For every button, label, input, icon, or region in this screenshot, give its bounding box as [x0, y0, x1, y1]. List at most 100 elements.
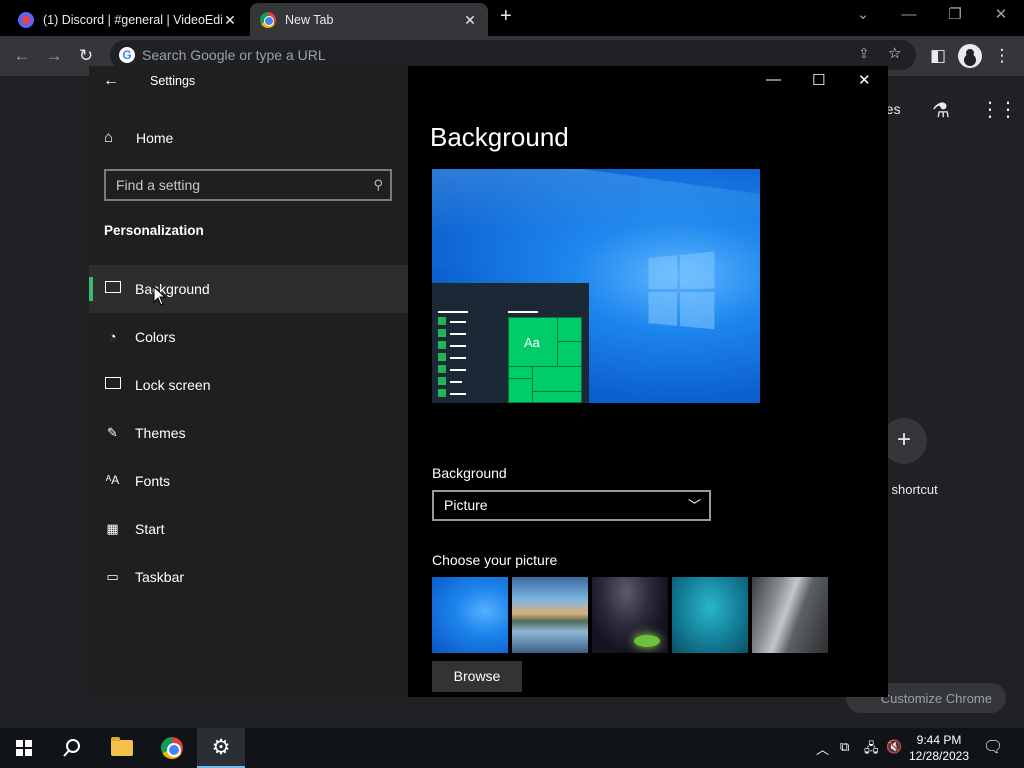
gear-icon: ⚙	[211, 735, 231, 759]
settings-window: ← Settings ⌂ Home Find a setting ⚲ Perso…	[89, 66, 888, 697]
bookmark-star-icon[interactable]: ☆	[888, 44, 901, 62]
google-icon: G	[119, 47, 135, 63]
sidebar-item-lock-screen[interactable]: Lock screen	[89, 361, 408, 409]
windows-start-icon	[16, 740, 32, 756]
desktop-preview: Aa	[432, 169, 760, 403]
home-icon: ⌂	[104, 129, 114, 146]
volume-muted-icon[interactable]: 🔇	[886, 739, 902, 755]
sidebar-item-label: Themes	[135, 425, 186, 441]
sidebar-item-background[interactable]: Background	[89, 265, 408, 313]
settings-taskbar-button[interactable]: ⚙	[197, 728, 245, 768]
sidebar-item-start[interactable]: ▦ Start	[89, 505, 408, 553]
add-shortcut-label: l shortcut	[885, 482, 938, 497]
search-button[interactable]	[48, 728, 96, 768]
background-label: Background	[432, 465, 507, 481]
side-panel-icon[interactable]: ◧	[926, 44, 950, 68]
chevron-down-icon: ﹀	[687, 498, 701, 513]
minimize-icon[interactable]: —	[886, 0, 932, 32]
home-nav-item[interactable]: ⌂ Home	[104, 129, 173, 146]
wallpaper-thumbnail-beach[interactable]	[512, 577, 588, 653]
maximize-icon[interactable]: ☐	[812, 71, 825, 89]
sidebar-item-themes[interactable]: ✎ Themes	[89, 409, 408, 457]
sidebar-item-label: Fonts	[135, 473, 171, 489]
search-icon: ⚲	[373, 177, 383, 192]
start-button[interactable]	[0, 728, 48, 768]
search-placeholder: Find a setting	[116, 177, 201, 193]
minimize-icon[interactable]: —	[766, 71, 781, 88]
folder-icon	[111, 737, 133, 756]
find-setting-input[interactable]: Find a setting ⚲	[104, 169, 392, 201]
apps-grid-icon[interactable]: ⋮⋮⋮	[980, 97, 1024, 122]
browse-button[interactable]: Browse	[432, 661, 522, 692]
sidebar-item-label: Colors	[135, 329, 176, 345]
settings-sidebar: ← Settings ⌂ Home Find a setting ⚲ Perso…	[89, 66, 408, 697]
sidebar-item-label: Lock screen	[135, 377, 211, 393]
palette-icon: ◔	[108, 329, 117, 344]
windows-taskbar: ⚙ ︿ ⧉ 🖧 🔇 9:44 PM 12/28/2023 🗨	[0, 728, 1024, 768]
windows-logo-icon	[648, 251, 715, 332]
tray-app-icon[interactable]: ⧉	[840, 739, 849, 755]
background-dropdown[interactable]: Picture ﹀	[432, 490, 711, 521]
fonts-icon: ᴬA	[105, 473, 120, 487]
profile-avatar-icon[interactable]	[958, 44, 982, 68]
page-title: Background	[430, 122, 569, 152]
sidebar-item-taskbar[interactable]: ▭ Taskbar	[89, 553, 408, 601]
share-icon[interactable]: ⇪	[858, 45, 870, 62]
show-hidden-icons-chevron-icon[interactable]: ︿	[816, 739, 829, 758]
tab-title: New Tab	[285, 12, 334, 27]
dropdown-value: Picture	[444, 497, 488, 513]
tab-discord[interactable]: (1) Discord | #general | VideoEdit ✕	[8, 3, 248, 36]
forward-arrow-icon[interactable]: →	[42, 44, 66, 68]
tile-group: Aa	[508, 317, 582, 403]
discord-favicon-icon	[18, 11, 34, 28]
reload-icon[interactable]: ↻	[74, 44, 98, 68]
wallpaper-thumbnail-night-sky[interactable]	[592, 577, 668, 653]
window-title: Settings	[150, 74, 196, 88]
file-explorer-button[interactable]	[98, 728, 146, 768]
home-label: Home	[136, 129, 174, 146]
close-tab-icon[interactable]: ✕	[462, 12, 478, 28]
sidebar-item-colors[interactable]: ◔ Colors	[89, 313, 408, 361]
picture-icon	[104, 281, 121, 297]
back-arrow-icon[interactable]: ←	[10, 44, 34, 68]
chrome-taskbar-button[interactable]	[148, 728, 196, 768]
choose-picture-label: Choose your picture	[432, 552, 558, 568]
chrome-favicon-icon	[260, 11, 276, 28]
clock-date: 12/28/2023	[908, 749, 970, 763]
address-placeholder: Search Google or type a URL	[142, 47, 326, 63]
taskbar-clock[interactable]: 9:44 PM 12/28/2023	[908, 732, 970, 764]
sidebar-item-label: Taskbar	[135, 569, 185, 585]
chrome-icon	[161, 737, 183, 759]
tab-search-icon[interactable]: ⌄	[840, 0, 886, 32]
labs-flask-icon[interactable]: ⚗	[932, 98, 950, 123]
tile-text: Aa	[524, 335, 540, 350]
settings-content: — ☐ ✕ Background Aa Background Picture ﹀…	[408, 66, 888, 697]
chrome-tab-strip: (1) Discord | #general | VideoEdit ✕ New…	[0, 0, 1024, 36]
section-heading: Personalization	[104, 223, 204, 238]
tab-new-tab[interactable]: New Tab ✕	[250, 3, 488, 36]
mouse-cursor-icon	[153, 286, 167, 306]
menu-kebab-icon[interactable]: ⋮	[990, 44, 1014, 68]
wallpaper-thumbnail-underwater[interactable]	[672, 577, 748, 653]
new-tab-button[interactable]: +	[500, 5, 512, 28]
start-icon: ▦	[106, 521, 119, 536]
close-tab-icon[interactable]: ✕	[222, 12, 238, 28]
wallpaper-thumbnail-windows[interactable]	[432, 577, 508, 653]
close-window-icon[interactable]: ✕	[978, 0, 1024, 32]
back-arrow-icon[interactable]: ←	[103, 72, 119, 90]
sidebar-item-fonts[interactable]: ᴬA Fonts	[89, 457, 408, 505]
wallpaper-thumbnail-rock[interactable]	[752, 577, 828, 653]
notification-icon[interactable]: 🗨	[983, 737, 1003, 757]
sidebar-item-label: Start	[135, 521, 165, 537]
customize-chrome-label: Customize Chrome	[880, 690, 992, 706]
restore-icon[interactable]: ❐	[932, 0, 978, 32]
lock-screen-icon	[104, 377, 121, 393]
search-icon	[63, 739, 80, 757]
clock-time: 9:44 PM	[916, 733, 962, 747]
network-icon[interactable]: 🖧	[864, 739, 879, 761]
themes-icon: ✎	[107, 425, 118, 440]
tab-title: (1) Discord | #general | VideoEdit	[43, 12, 222, 27]
taskbar-icon: ▭	[106, 569, 119, 584]
sidebar-item-label: Background	[135, 281, 210, 297]
close-icon[interactable]: ✕	[858, 71, 871, 89]
